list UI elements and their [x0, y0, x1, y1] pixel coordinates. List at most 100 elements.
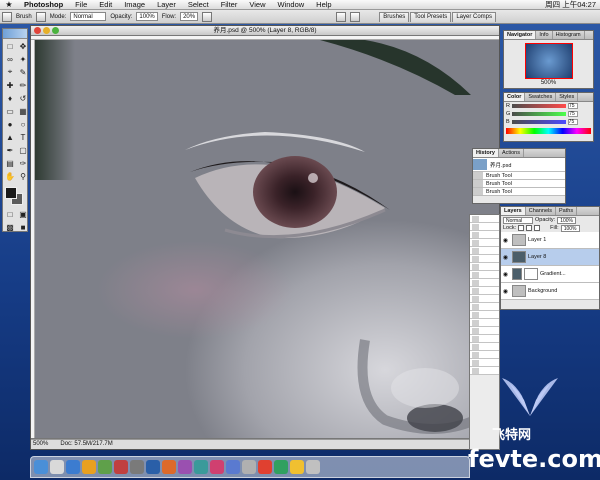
hand-icon[interactable]: ✋ [4, 170, 16, 182]
shape-icon[interactable]: ▢ [17, 144, 29, 156]
history-step[interactable]: Brush Tool [473, 180, 565, 188]
strip-item[interactable] [470, 255, 499, 263]
layer-opacity-field[interactable]: 100% [557, 216, 576, 224]
menu-filter[interactable]: Filter [215, 0, 244, 9]
navigator-zoom[interactable]: 500% [504, 80, 593, 86]
trash-icon[interactable] [306, 460, 320, 474]
eraser-icon[interactable]: ▭ [4, 105, 16, 117]
addressbook-icon[interactable] [98, 460, 112, 474]
menu-help[interactable]: Help [310, 0, 337, 9]
calendar-icon[interactable] [114, 460, 128, 474]
strip-item[interactable] [470, 351, 499, 359]
ichat-icon[interactable] [82, 460, 96, 474]
strip-item[interactable] [470, 287, 499, 295]
close-icon[interactable] [34, 27, 41, 34]
brush-tool-icon[interactable] [2, 11, 12, 22]
pen-icon[interactable]: ✒ [4, 144, 16, 156]
slice-icon[interactable]: ✎ [17, 66, 29, 78]
fill-field[interactable]: 100% [560, 224, 580, 232]
screen-mode-icon[interactable]: ▩ [4, 221, 16, 233]
history-brush-icon[interactable]: ↺ [17, 92, 29, 104]
strip-item[interactable] [470, 319, 499, 327]
blend-mode-select[interactable]: Normal [503, 216, 533, 224]
strip-item[interactable] [470, 367, 499, 375]
airbrush-icon[interactable] [202, 11, 213, 22]
strip-item[interactable] [470, 223, 499, 231]
tab-swatches[interactable]: Swatches [525, 93, 557, 101]
strip-item[interactable] [470, 343, 499, 351]
lock-pixels-icon[interactable] [526, 225, 533, 231]
magic-wand-icon[interactable]: ✦ [17, 53, 29, 65]
tab-info[interactable]: Info [536, 31, 553, 39]
layer-row[interactable]: ◉ Layer 1 [501, 232, 599, 249]
channel-b-slider[interactable] [511, 120, 566, 124]
strip-item[interactable] [470, 231, 499, 239]
tab-color[interactable]: Color [504, 93, 526, 101]
zoom-window-icon[interactable] [52, 27, 59, 34]
channel-g-slider[interactable] [512, 112, 567, 116]
menu-window[interactable]: Window [271, 0, 310, 9]
lock-transparency-icon[interactable] [518, 225, 525, 231]
strip-item[interactable] [470, 279, 499, 287]
quickmask-mode-icon[interactable]: ▣ [17, 208, 29, 220]
tab-navigator[interactable]: Navigator [504, 31, 537, 39]
tab-layers[interactable]: Layers [501, 207, 526, 215]
app-icon[interactable] [178, 460, 192, 474]
channel-g-value[interactable]: 75 [568, 111, 579, 117]
channel-r-value[interactable]: 75 [567, 103, 578, 109]
strip-item[interactable] [470, 327, 499, 335]
strip-item[interactable] [470, 263, 499, 271]
type-icon[interactable]: T [17, 131, 29, 143]
well-tab-layer-comps[interactable]: Layer Comps [452, 11, 496, 22]
file-browser-icon[interactable] [336, 11, 347, 22]
notes-icon[interactable]: ▤ [4, 157, 16, 169]
tab-channels[interactable]: Channels [526, 207, 556, 215]
strip-item[interactable] [470, 359, 499, 367]
visibility-eye-icon[interactable]: ◉ [501, 288, 510, 295]
history-snapshot[interactable]: 养月.psd [473, 158, 565, 172]
layer-row[interactable]: ◉ Layer 8 [501, 249, 599, 266]
history-step[interactable]: Brush Tool [473, 172, 565, 180]
standard-mode-icon[interactable]: □ [4, 208, 16, 220]
app-icon[interactable] [242, 460, 256, 474]
flow-field[interactable]: 20% [180, 12, 199, 21]
move-icon[interactable]: ✥ [17, 40, 29, 52]
app-icon[interactable] [290, 460, 304, 474]
layer-row[interactable]: ◉ Gradient... [501, 266, 599, 283]
stamp-icon[interactable]: ♦ [4, 92, 16, 104]
strip-item[interactable] [470, 247, 499, 255]
menu-app[interactable]: Photoshop [18, 0, 69, 9]
strip-item[interactable] [470, 271, 499, 279]
channel-r-slider[interactable] [511, 104, 566, 108]
strip-item[interactable] [470, 239, 499, 247]
strip-item[interactable] [470, 335, 499, 343]
brush-icon[interactable]: ✏ [17, 79, 29, 91]
well-tab-tool-presets[interactable]: Tool Presets [410, 11, 452, 22]
app-icon[interactable] [130, 460, 144, 474]
tab-paths[interactable]: Paths [556, 207, 578, 215]
print-icon[interactable] [350, 11, 361, 22]
strip-item[interactable] [470, 303, 499, 311]
strip-item[interactable] [470, 215, 499, 223]
app-icon[interactable] [274, 460, 288, 474]
lock-all-icon[interactable] [534, 225, 541, 231]
app-icon[interactable] [194, 460, 208, 474]
navigator-thumbnail[interactable] [524, 43, 573, 79]
marquee-icon[interactable]: □ [4, 40, 16, 52]
tab-styles[interactable]: Styles [556, 93, 579, 101]
menu-select[interactable]: Select [182, 0, 215, 9]
safari-icon[interactable] [66, 460, 80, 474]
healing-icon[interactable]: ✚ [4, 79, 16, 91]
well-tab-brushes[interactable]: Brushes [379, 11, 410, 22]
opacity-field[interactable]: 100% [136, 12, 158, 21]
brush-preset-picker[interactable] [35, 11, 46, 22]
path-select-icon[interactable]: ▲ [4, 131, 16, 143]
app-icon[interactable] [162, 460, 176, 474]
visibility-eye-icon[interactable]: ◉ [501, 237, 510, 244]
foreground-color-swatch[interactable] [5, 187, 17, 199]
channel-b-value[interactable]: 75 [567, 119, 578, 125]
tab-history[interactable]: History [473, 149, 499, 157]
gradient-icon[interactable]: ▦ [17, 105, 29, 117]
dodge-icon[interactable]: ○ [17, 118, 29, 130]
menu-file[interactable]: File [69, 0, 93, 9]
